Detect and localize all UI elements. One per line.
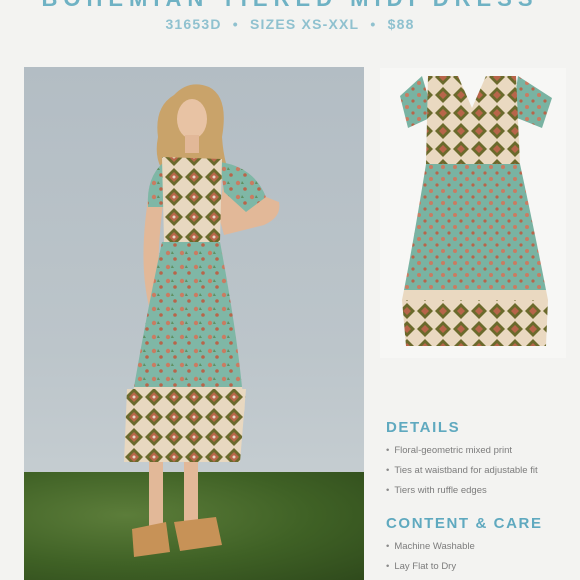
list-item: • Lay Flat to Dry bbox=[386, 561, 457, 572]
details-list: • Floral-geometric mixed print • Ties at w… bbox=[386, 441, 538, 501]
list-item: • Tiers with ruffle edges bbox=[386, 485, 487, 496]
separator: • bbox=[232, 16, 239, 32]
model-photo bbox=[24, 67, 364, 580]
list-item: • Ties at waistband for adjustable fit bbox=[386, 465, 538, 476]
content-care-list: • Machine Washable • Lay Flat to Dry bbox=[386, 537, 475, 577]
list-item: • Machine Washable bbox=[386, 541, 475, 552]
details-heading: DETAILS bbox=[386, 419, 461, 436]
model-figure bbox=[124, 84, 280, 557]
list-item: • Floral-geometric mixed print bbox=[386, 445, 513, 456]
content-care-heading: CONTENT & CARE bbox=[386, 515, 543, 532]
price: $88 bbox=[387, 16, 415, 32]
product-photo bbox=[380, 68, 566, 358]
page-title: BOHEMIAN TIERED MIDI DRESS bbox=[0, 0, 580, 12]
product-meta: 31653D • SIZES XS-XXL • $88 bbox=[0, 16, 580, 32]
separator: • bbox=[370, 16, 377, 32]
style-code: 31653D bbox=[165, 16, 222, 32]
dress-product-image bbox=[400, 76, 552, 346]
size-range: SIZES XS-XXL bbox=[249, 16, 360, 32]
